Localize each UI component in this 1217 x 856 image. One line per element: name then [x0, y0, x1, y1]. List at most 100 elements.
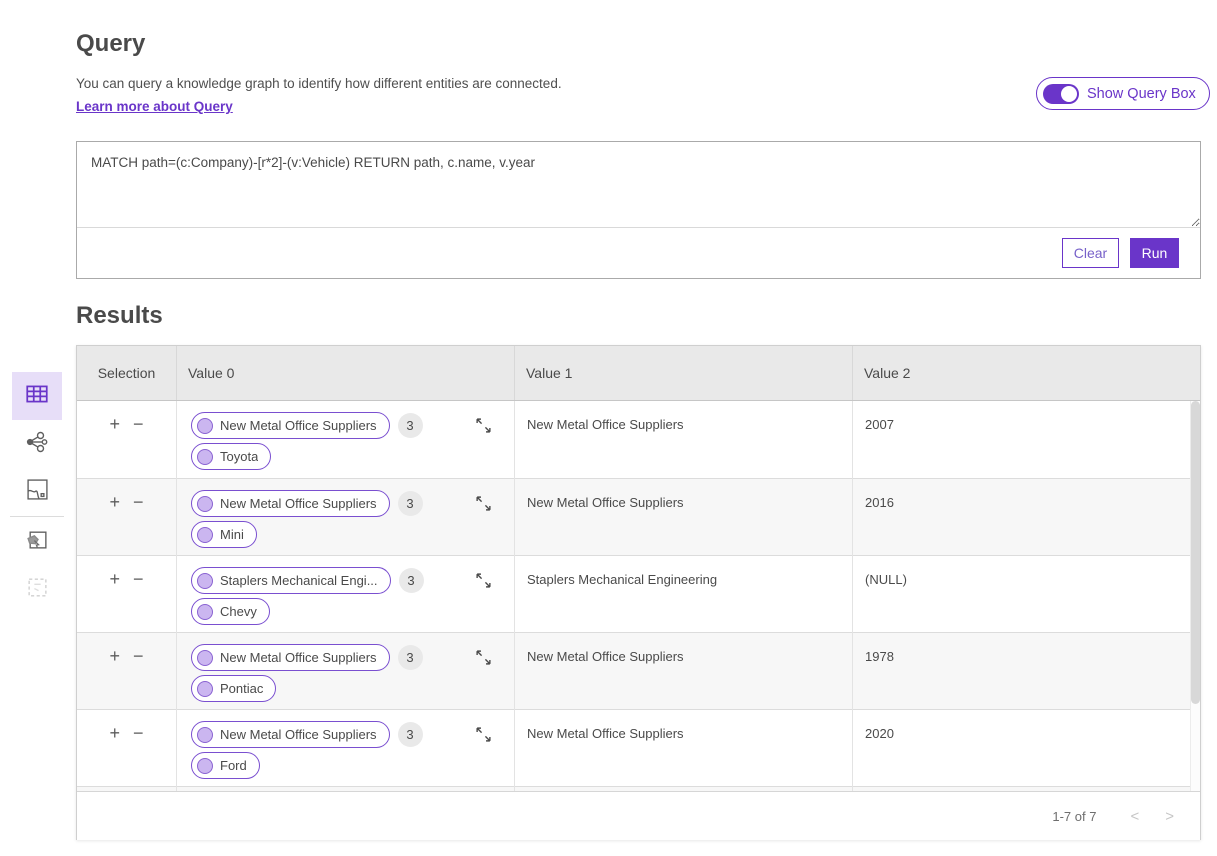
remove-selection-button[interactable]: − [133, 570, 144, 588]
entity-pill-label: Staplers Mechanical Engi... [220, 573, 378, 588]
entity-pill[interactable]: New Metal Office Suppliers [191, 644, 390, 671]
link-chart-icon [25, 430, 49, 459]
expand-icon[interactable] [475, 572, 492, 589]
graph-node-icon [197, 604, 213, 620]
show-query-box-toggle[interactable]: Show Query Box [1036, 77, 1210, 110]
query-panel: MATCH path=(c:Company)-[r*2]-(v:Vehicle)… [76, 141, 1201, 279]
add-selection-button[interactable]: + [109, 647, 120, 665]
column-header-value2: Value 2 [853, 346, 1200, 400]
value1-cell: New Metal Office Suppliers [515, 633, 853, 717]
graph-node-icon [197, 418, 213, 434]
remove-selection-button[interactable]: − [133, 493, 144, 511]
entity-pill-label: Toyota [220, 449, 258, 464]
add-selection-button[interactable]: + [109, 724, 120, 742]
expand-icon[interactable] [475, 495, 492, 512]
value1-cell: New Metal Office Suppliers [515, 710, 853, 791]
entity-pill[interactable]: Ford [191, 752, 260, 779]
add-selection-button[interactable]: + [109, 493, 120, 511]
path-count-badge: 3 [399, 568, 424, 593]
graph-node-icon [197, 573, 213, 589]
selection-cell: +− [77, 401, 177, 485]
expand-icon[interactable] [475, 726, 492, 743]
remove-selection-button[interactable]: − [133, 415, 144, 433]
page-title: Query [76, 30, 145, 58]
value2-cell: 1978 [853, 633, 1190, 717]
graph-node-icon [197, 650, 213, 666]
entity-pill-label: New Metal Office Suppliers [220, 650, 377, 665]
learn-more-link[interactable]: Learn more about Query [76, 99, 233, 114]
dashed-selection-icon [26, 576, 49, 604]
value2-cell: 2016 [853, 479, 1190, 563]
value0-cell: New Metal Office Suppliers 3 Pontiac [177, 633, 515, 717]
toggle-label: Show Query Box [1087, 86, 1196, 102]
run-button[interactable]: Run [1130, 238, 1179, 268]
entity-pill-label: New Metal Office Suppliers [220, 727, 377, 742]
entity-pill-label: Mini [220, 527, 244, 542]
sidebar-item-link-chart-view[interactable] [12, 421, 62, 467]
graph-node-icon [197, 527, 213, 543]
add-selection-button[interactable]: + [109, 415, 120, 433]
sidebar-item-map-view[interactable] [12, 469, 62, 515]
results-table: Selection Value 0 Value 1 Value 2 +−New … [76, 345, 1201, 840]
graph-node-icon [197, 758, 213, 774]
expand-icon[interactable] [475, 417, 492, 434]
selection-cell: +− [77, 479, 177, 563]
query-actions: Clear Run [77, 228, 1200, 278]
entity-pill[interactable]: Staplers Mechanical Engi... [191, 567, 391, 594]
page-description: You can query a knowledge graph to ident… [76, 76, 562, 91]
add-selection-button[interactable]: + [109, 570, 120, 588]
table-row: +−Staplers Mechanical Engi...3ChevyStapl… [77, 555, 1190, 632]
entity-pill[interactable]: Toyota [191, 443, 271, 470]
value2-cell: (NULL) [853, 556, 1190, 640]
selection-cell: +− [77, 633, 177, 717]
table-row: +−New Metal Office Suppliers3FordNew Met… [77, 709, 1190, 786]
entity-pill-label: Ford [220, 758, 247, 773]
entity-pill[interactable]: New Metal Office Suppliers [191, 721, 390, 748]
path-count-badge: 3 [398, 645, 423, 670]
entity-pill[interactable]: Chevy [191, 598, 270, 625]
value2-cell: 2007 [853, 401, 1190, 485]
column-header-selection: Selection [77, 346, 177, 400]
entity-pill[interactable]: Pontiac [191, 675, 276, 702]
graph-node-icon [197, 681, 213, 697]
path-count-badge: 3 [398, 491, 423, 516]
column-header-value1: Value 1 [515, 346, 853, 400]
value1-cell: Staplers Mechanical Engineering [515, 556, 853, 640]
map-icon [26, 478, 49, 506]
table-header-row: Selection Value 0 Value 1 Value 2 [77, 346, 1200, 401]
graph-node-icon [197, 727, 213, 743]
entity-pill-label: New Metal Office Suppliers [220, 418, 377, 433]
expand-icon[interactable] [475, 649, 492, 666]
results-title: Results [76, 302, 163, 330]
chevron-left-icon[interactable]: < [1130, 808, 1139, 825]
query-input[interactable]: MATCH path=(c:Company)-[r*2]-(v:Vehicle)… [77, 142, 1200, 228]
toggle-switch-icon [1043, 84, 1079, 104]
pagination-label: 1-7 of 7 [1052, 809, 1096, 824]
vertical-scrollbar[interactable] [1190, 401, 1200, 791]
sidebar-divider [10, 516, 64, 517]
clear-button[interactable]: Clear [1062, 238, 1119, 268]
selection-cell: +− [77, 710, 177, 791]
value1-cell: New Metal Office Suppliers [515, 479, 853, 563]
value0-cell: Staplers Mechanical Engi... 3 Chevy [177, 556, 515, 640]
sidebar-item-new-link-chart[interactable] [12, 519, 62, 565]
entity-pill[interactable]: New Metal Office Suppliers [191, 412, 390, 439]
sidebar-item-table-view[interactable] [12, 372, 62, 420]
table-footer: 1-7 of 7 < > [77, 791, 1200, 840]
graph-node-icon [197, 449, 213, 465]
remove-selection-button[interactable]: − [133, 647, 144, 665]
sidebar-item-selection-tool [12, 567, 62, 613]
table-body: +−New Metal Office Suppliers3ToyotaNew M… [77, 401, 1190, 791]
value0-cell: New Metal Office Suppliers 3 Mini [177, 479, 515, 563]
scrollbar-thumb[interactable] [1191, 401, 1200, 704]
remove-selection-button[interactable]: − [133, 724, 144, 742]
selection-cell: +− [77, 556, 177, 640]
table-row: +−New Metal Office Suppliers3ToyotaNew M… [77, 401, 1190, 478]
entity-pill[interactable]: New Metal Office Suppliers [191, 490, 390, 517]
table-row: +−New Metal Office Suppliers3PontiacNew … [77, 632, 1190, 709]
entity-pill-label: New Metal Office Suppliers [220, 496, 377, 511]
value0-cell: New Metal Office Suppliers3Toyota [177, 401, 515, 485]
entity-pill[interactable]: Mini [191, 521, 257, 548]
column-header-value0: Value 0 [177, 346, 515, 400]
chevron-right-icon[interactable]: > [1165, 808, 1174, 825]
